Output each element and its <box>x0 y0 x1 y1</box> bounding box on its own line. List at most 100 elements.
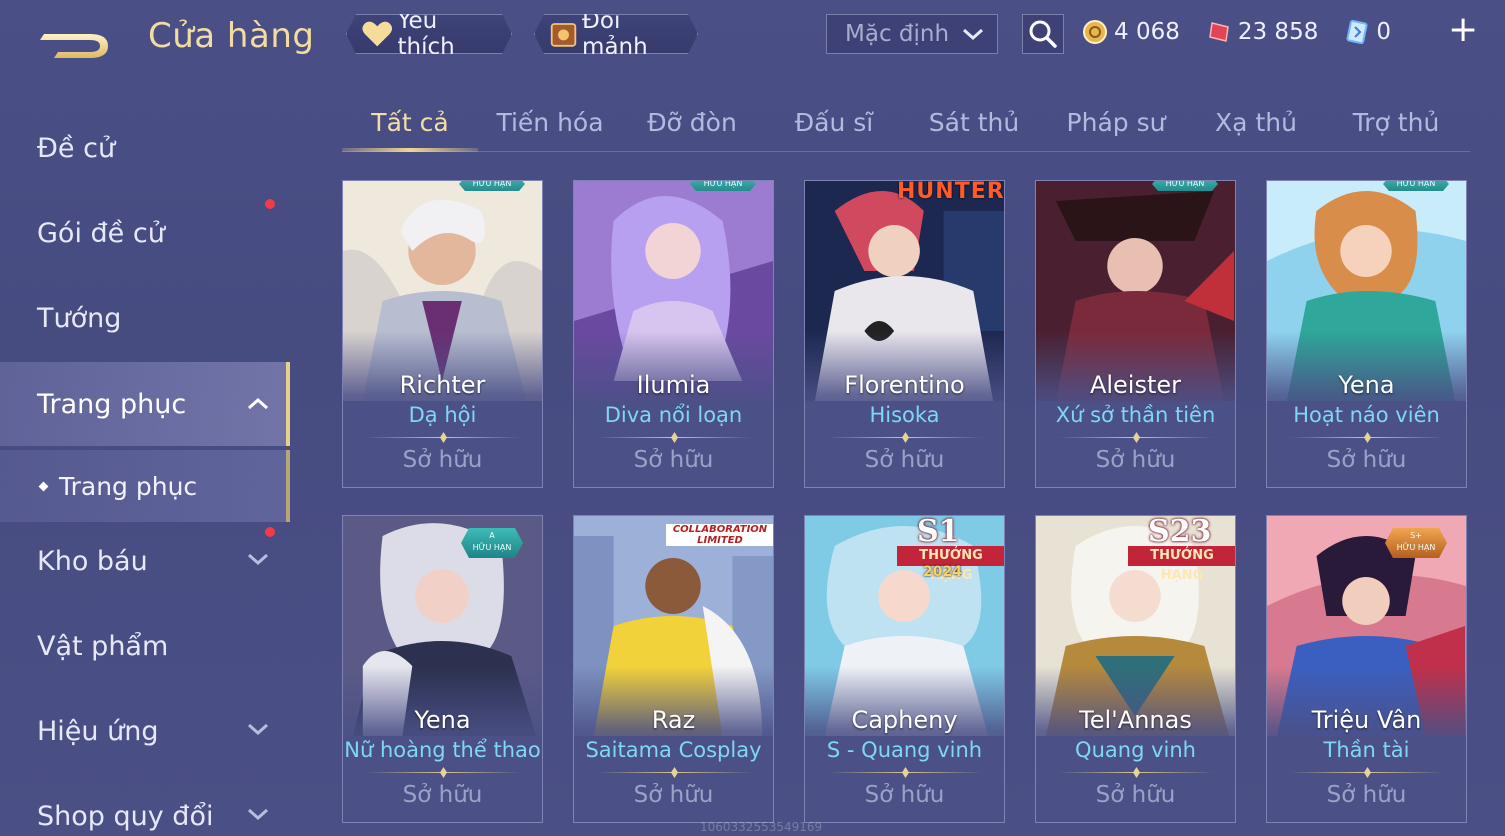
skin-name: Thần tài <box>1323 738 1410 762</box>
skin-card[interactable]: S+ HỮU HẠN Triệu Vân Thần tài Sở hữu <box>1266 515 1467 823</box>
tab-fighter[interactable]: Đấu sĩ <box>774 108 894 137</box>
user-id-watermark: 1060332553549169 <box>700 820 823 834</box>
hero-name: Ilumia <box>636 371 711 399</box>
back-arrow-icon <box>40 34 108 58</box>
search-button[interactable] <box>1022 14 1064 54</box>
add-currency-button[interactable]: + <box>1448 12 1478 48</box>
skin-name: Nữ hoàng thể thao <box>344 738 541 762</box>
chevron-down-icon <box>248 723 268 736</box>
voucher-currency: 23 858 <box>1206 19 1318 45</box>
sidebar-item-recommended[interactable]: Đề cử <box>0 112 290 184</box>
sidebar-item-heroes[interactable]: Tướng <box>0 282 290 354</box>
skin-name: Hisoka <box>869 403 940 427</box>
sort-dropdown[interactable]: Mặc định <box>826 14 998 54</box>
tab-evolution[interactable]: Tiến hóa <box>490 108 610 137</box>
badge-year: 2024 <box>923 564 962 580</box>
skin-card[interactable]: HỮU HẠN Richter Dạ hội Sở hữu <box>342 180 543 488</box>
gold-currency: 4 068 <box>1082 19 1180 45</box>
tab-mage[interactable]: Pháp sư <box>1054 108 1178 137</box>
skin-card[interactable]: HUNTER Florentino Hisoka Sở hữu <box>804 180 1005 488</box>
badge-top-text: A <box>489 531 495 540</box>
sidebar: Đề cử Gói đề cử Tướng Trang phục Trang p… <box>0 100 290 836</box>
hero-name: Capheny <box>851 706 958 734</box>
limited-badge: HỮU HẠN <box>1152 180 1218 191</box>
season-rank-badge: S1 THƯỞNG HẠNG 2024 <box>897 516 1004 583</box>
skin-name: Hoạt náo viên <box>1293 403 1440 427</box>
sidebar-item-label: Tướng <box>37 302 122 334</box>
ownership-status: Sở hữu <box>1095 782 1176 808</box>
hero-name: Raz <box>651 706 696 734</box>
sidebar-item-treasure[interactable]: Kho báu <box>0 525 290 597</box>
ownership-status: Sở hữu <box>633 782 714 808</box>
sidebar-item-label: Shop quy đổi <box>37 800 214 832</box>
skin-name: Dạ hội <box>408 403 477 427</box>
sidebar-item-label: Kho báu <box>37 545 148 577</box>
sort-value: Mặc định <box>845 21 950 47</box>
skin-name: Quang vinh <box>1075 738 1196 762</box>
ownership-status: Sở hữu <box>402 447 483 473</box>
hero-name: Richter <box>399 371 486 399</box>
hero-name: Florentino <box>844 371 965 399</box>
sidebar-item-effects[interactable]: Hiệu ứng <box>0 695 290 767</box>
hero-name: Triệu Vân <box>1311 706 1422 734</box>
sidebar-item-label: Vật phẩm <box>37 630 169 662</box>
rank-a-limited-badge: A HỮU HẠN <box>461 528 523 558</box>
badge-text: THƯỞNG HẠNG <box>897 546 1004 583</box>
sidebar-subitem-skins[interactable]: Trang phục <box>0 450 290 522</box>
active-tab-indicator <box>342 148 478 152</box>
skin-card[interactable]: HỮU HẠN Ilumia Diva nổi loạn Sở hữu <box>573 180 774 488</box>
hero-name: Yena <box>1338 371 1395 399</box>
sidebar-item-label: Gói đề cử <box>37 217 165 249</box>
skin-card[interactable]: HỮU HẠN Aleister Xứ sở thần tiên Sở hữu <box>1035 180 1236 488</box>
ownership-status: Sở hữu <box>1326 447 1407 473</box>
exchange-fragments-button[interactable]: Đổi mảnh <box>534 14 698 54</box>
notification-dot <box>265 527 275 537</box>
voucher-amount: 23 858 <box>1237 19 1319 45</box>
sidebar-item-exchange-shop[interactable]: Shop quy đổi <box>0 780 290 836</box>
limited-badge: HỮU HẠN <box>1383 180 1449 191</box>
sidebar-item-label: Trang phục <box>37 388 187 420</box>
red-voucher-icon <box>1209 22 1229 42</box>
badge-text: HỮU HẠN <box>472 543 512 552</box>
favorites-label: Yêu thích <box>397 8 455 60</box>
back-button[interactable] <box>36 18 116 62</box>
sidebar-item-items[interactable]: Vật phẩm <box>0 610 290 682</box>
category-tabs: Tất cả Tiến hóa Đỡ đòn Đấu sĩ Sát thủ Ph… <box>342 100 1470 152</box>
hunter-collab-badge: HUNTER <box>897 180 1005 204</box>
page-title: Cửa hàng <box>148 16 315 56</box>
skin-card[interactable]: S23 THƯỞNG HẠNG Tel'Annas Quang vinh Sở … <box>1035 515 1236 823</box>
skin-card[interactable]: HỮU HẠN Yena Hoạt náo viên Sở hữu <box>1266 180 1467 488</box>
favorites-button[interactable]: Yêu thích <box>346 14 512 54</box>
skin-grid: HỮU HẠN Richter Dạ hội Sở hữu HỮU HẠN Il… <box>342 180 1468 836</box>
hero-name: Aleister <box>1089 371 1182 399</box>
sidebar-item-skins[interactable]: Trang phục <box>0 362 290 446</box>
skin-name: Xứ sở thần tiên <box>1055 403 1216 427</box>
skin-card[interactable]: COLLABORATION LIMITED Raz Saitama Cospla… <box>573 515 774 823</box>
hero-name: Tel'Annas <box>1079 706 1192 734</box>
skin-name: Saitama Cosplay <box>585 738 762 762</box>
ownership-status: Sở hữu <box>1095 447 1176 473</box>
sidebar-item-bundles[interactable]: Gói đề cử <box>0 197 290 269</box>
heart-icon <box>361 19 393 49</box>
exchange-label: Đổi mảnh <box>582 8 648 60</box>
currency-bar: 4 068 23 858 0 <box>1082 12 1502 52</box>
chevron-down-icon <box>248 553 268 566</box>
skin-card[interactable]: S1 THƯỞNG HẠNG 2024 Capheny S - Quang vi… <box>804 515 1005 823</box>
sidebar-subitem-label: Trang phục <box>59 471 198 501</box>
tab-support[interactable]: Trợ thủ <box>1336 108 1456 137</box>
season-rank-badge: S23 THƯỞNG HẠNG <box>1128 515 1235 583</box>
gold-amount: 4 068 <box>1114 19 1180 45</box>
diamond-bullet-icon <box>38 481 49 491</box>
tab-tank[interactable]: Đỡ đòn <box>632 108 752 137</box>
top-bar: Cửa hàng Yêu thích Đổi mảnh Mặc định 4 0… <box>0 0 1505 80</box>
skin-card[interactable]: A HỮU HẠN Yena Nữ hoàng thể thao Sở hữu <box>342 515 543 823</box>
tab-assassin[interactable]: Sát thủ <box>914 108 1034 137</box>
badge-top-text: S23 <box>1148 515 1212 549</box>
tab-marksman[interactable]: Xạ thủ <box>1196 108 1316 137</box>
limited-badge: HỮU HẠN <box>690 180 756 191</box>
crystal-currency: 0 <box>1344 19 1391 45</box>
badge-text: HỮU HẠN <box>1396 543 1436 552</box>
badge-top-text: S+ <box>1410 531 1422 540</box>
collaboration-badge: COLLABORATION LIMITED <box>666 524 773 546</box>
tab-all[interactable]: Tất cả <box>342 108 478 137</box>
